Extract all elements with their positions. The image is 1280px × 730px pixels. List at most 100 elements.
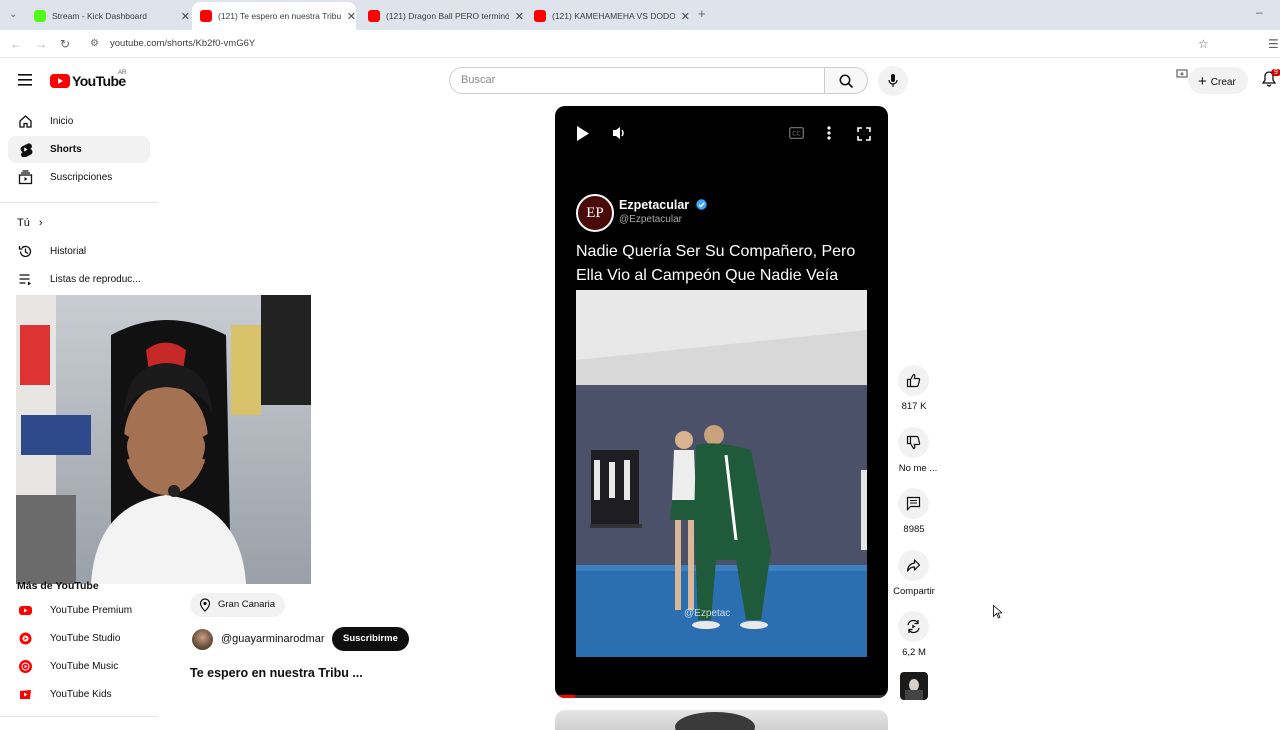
voice-search-button[interactable] bbox=[878, 66, 908, 96]
new-tab-button[interactable]: + bbox=[698, 7, 706, 20]
like-count: 817 K bbox=[901, 401, 927, 412]
next-short-thumbnail bbox=[675, 712, 755, 730]
youtube-favicon-icon bbox=[200, 10, 212, 22]
sidebar-item-inicio[interactable]: Inicio bbox=[8, 108, 150, 135]
tweet-handle: @Ezpetacular bbox=[619, 214, 682, 225]
sidebar-item-youtube-kids[interactable]: YouTube Kids bbox=[8, 681, 150, 708]
svg-text:CC: CC bbox=[792, 131, 800, 138]
sidebar-item-suscripciones[interactable]: Suscripciones bbox=[8, 164, 150, 191]
microphone-icon bbox=[888, 74, 898, 87]
sidebar-item-youtube-premium[interactable]: YouTube Premium bbox=[8, 597, 150, 624]
notifications-button[interactable]: 9 bbox=[1261, 69, 1280, 89]
thumbs-up-icon bbox=[906, 373, 921, 388]
remix-icon bbox=[907, 619, 920, 634]
search-button[interactable] bbox=[824, 67, 868, 94]
share-icon bbox=[906, 559, 921, 572]
youtube-studio-icon bbox=[19, 632, 32, 645]
mouse-cursor-icon bbox=[993, 605, 1002, 619]
tab-kamehameha[interactable]: (121) KAMEHAMEHA VS DODON ✕ bbox=[526, 2, 690, 30]
tweet-name: Ezpetacular bbox=[619, 198, 707, 212]
fullscreen-icon[interactable] bbox=[857, 127, 871, 141]
cheerleading-scene-image bbox=[576, 290, 867, 657]
verified-badge-icon bbox=[695, 199, 707, 210]
short-title[interactable]: Te espero en nuestra Tribu ... bbox=[190, 666, 363, 680]
location-chip[interactable]: Gran Canaria bbox=[190, 593, 286, 617]
tab-search-icon[interactable]: ⌄ bbox=[9, 9, 17, 21]
video-caption: Nadie Quería Ser Su Compañero, Pero Ella… bbox=[576, 243, 856, 284]
close-tab-icon[interactable]: ✕ bbox=[347, 10, 356, 23]
dislike-button[interactable] bbox=[898, 427, 929, 458]
reload-icon[interactable]: ↻ bbox=[60, 38, 70, 50]
youtube-kids-icon bbox=[20, 690, 31, 699]
back-icon[interactable]: ← bbox=[10, 38, 22, 50]
address-bar: ← → ↻ ⚙ youtube.com/shorts/Kb2f0-vmG6Y ☆… bbox=[0, 30, 1280, 79]
comment-count: 8985 bbox=[903, 524, 925, 535]
minimize-icon[interactable]: – bbox=[1256, 6, 1263, 18]
forward-icon[interactable]: → bbox=[35, 38, 47, 50]
sidebar-item-listas[interactable]: Listas de reproduc... bbox=[8, 266, 150, 293]
site-info-icon[interactable]: ⚙ bbox=[90, 38, 99, 50]
sidebar-more-heading: Más de YouTube bbox=[17, 580, 99, 592]
notification-badge: 9 bbox=[1271, 69, 1280, 76]
sidebar-divider bbox=[0, 716, 158, 717]
create-button[interactable]: + Crear bbox=[1188, 67, 1248, 94]
sidebar-item-youtube-music[interactable]: YouTube Music bbox=[8, 653, 150, 680]
sidebar-divider bbox=[0, 202, 158, 203]
volume-icon[interactable] bbox=[612, 126, 627, 140]
channel-avatar[interactable] bbox=[192, 629, 213, 650]
next-short-preview[interactable] bbox=[555, 710, 888, 730]
plus-icon: + bbox=[1198, 73, 1207, 90]
sidebar-item-shorts[interactable]: Shorts bbox=[8, 136, 150, 163]
youtube-favicon-icon bbox=[534, 10, 546, 22]
home-icon bbox=[19, 115, 32, 128]
sound-thumbnail[interactable] bbox=[900, 672, 928, 700]
remix-count: 6,2 M bbox=[902, 647, 926, 658]
hamburger-menu-icon[interactable] bbox=[18, 74, 32, 86]
tweet-avatar: EP bbox=[576, 194, 614, 232]
shorts-icon bbox=[20, 143, 33, 157]
close-tab-icon[interactable]: ✕ bbox=[681, 10, 690, 23]
comment-icon bbox=[906, 496, 921, 511]
channel-handle[interactable]: @guayarminarodmar bbox=[221, 633, 325, 645]
play-icon[interactable] bbox=[576, 126, 590, 141]
webcam-overlay bbox=[16, 295, 311, 584]
subscribe-button[interactable]: Suscribirme bbox=[332, 627, 409, 651]
close-tab-icon[interactable]: ✕ bbox=[181, 10, 190, 23]
video-watermark: @Ezpetac bbox=[684, 608, 731, 619]
captions-icon[interactable]: CC bbox=[789, 127, 804, 139]
chevron-right-icon: › bbox=[38, 217, 43, 229]
search-input[interactable]: Buscar bbox=[449, 67, 825, 94]
playlists-icon bbox=[19, 274, 31, 286]
streamer-image bbox=[16, 295, 311, 584]
youtube-favicon-icon bbox=[368, 10, 380, 22]
youtube-logo[interactable]: YouTube bbox=[50, 72, 126, 90]
progress-bar[interactable] bbox=[555, 695, 888, 698]
sidebar-item-historial[interactable]: Historial bbox=[8, 238, 150, 265]
youtube-premium-icon bbox=[19, 606, 32, 615]
menu-icon[interactable]: ☰ bbox=[1268, 38, 1279, 50]
location-pin-icon bbox=[199, 598, 211, 612]
video-frame: @Ezpetac bbox=[576, 290, 867, 657]
sidebar-item-youtube-studio[interactable]: YouTube Studio bbox=[8, 625, 150, 652]
shorts-video-player[interactable]: CC EP Ezpetacular @Ezpetacular Nadie Que… bbox=[555, 106, 888, 698]
remix-button[interactable] bbox=[898, 611, 929, 642]
bookmark-star-icon[interactable]: ☆ bbox=[1198, 38, 1209, 50]
sidebar-you-section[interactable]: Tú › bbox=[17, 217, 43, 229]
progress-bar-fill bbox=[555, 695, 575, 698]
more-options-icon[interactable] bbox=[827, 126, 831, 140]
url-text[interactable]: youtube.com/shorts/Kb2f0-vmG6Y bbox=[110, 38, 255, 49]
history-icon bbox=[18, 245, 32, 258]
share-button[interactable] bbox=[898, 550, 929, 581]
install-app-icon[interactable] bbox=[1176, 68, 1188, 80]
like-button[interactable] bbox=[898, 365, 929, 396]
comments-button[interactable] bbox=[898, 488, 929, 519]
browser-tab-bar: ⌄ Stream - Kick Dashboard ✕ (121) Te esp… bbox=[0, 0, 1280, 30]
close-tab-icon[interactable]: ✕ bbox=[515, 10, 524, 23]
youtube-music-icon bbox=[19, 660, 32, 673]
kick-favicon-icon bbox=[34, 10, 46, 22]
subscriptions-icon bbox=[18, 170, 33, 185]
thumbs-down-icon bbox=[906, 435, 921, 450]
tab-kick-dashboard[interactable]: Stream - Kick Dashboard ✕ bbox=[26, 2, 190, 30]
tab-youtube-short[interactable]: (121) Te espero en nuestra Tribu ✕ bbox=[192, 2, 356, 30]
tab-dragon-ball[interactable]: (121) Dragon Ball PERO terminó ✕ bbox=[360, 2, 524, 30]
